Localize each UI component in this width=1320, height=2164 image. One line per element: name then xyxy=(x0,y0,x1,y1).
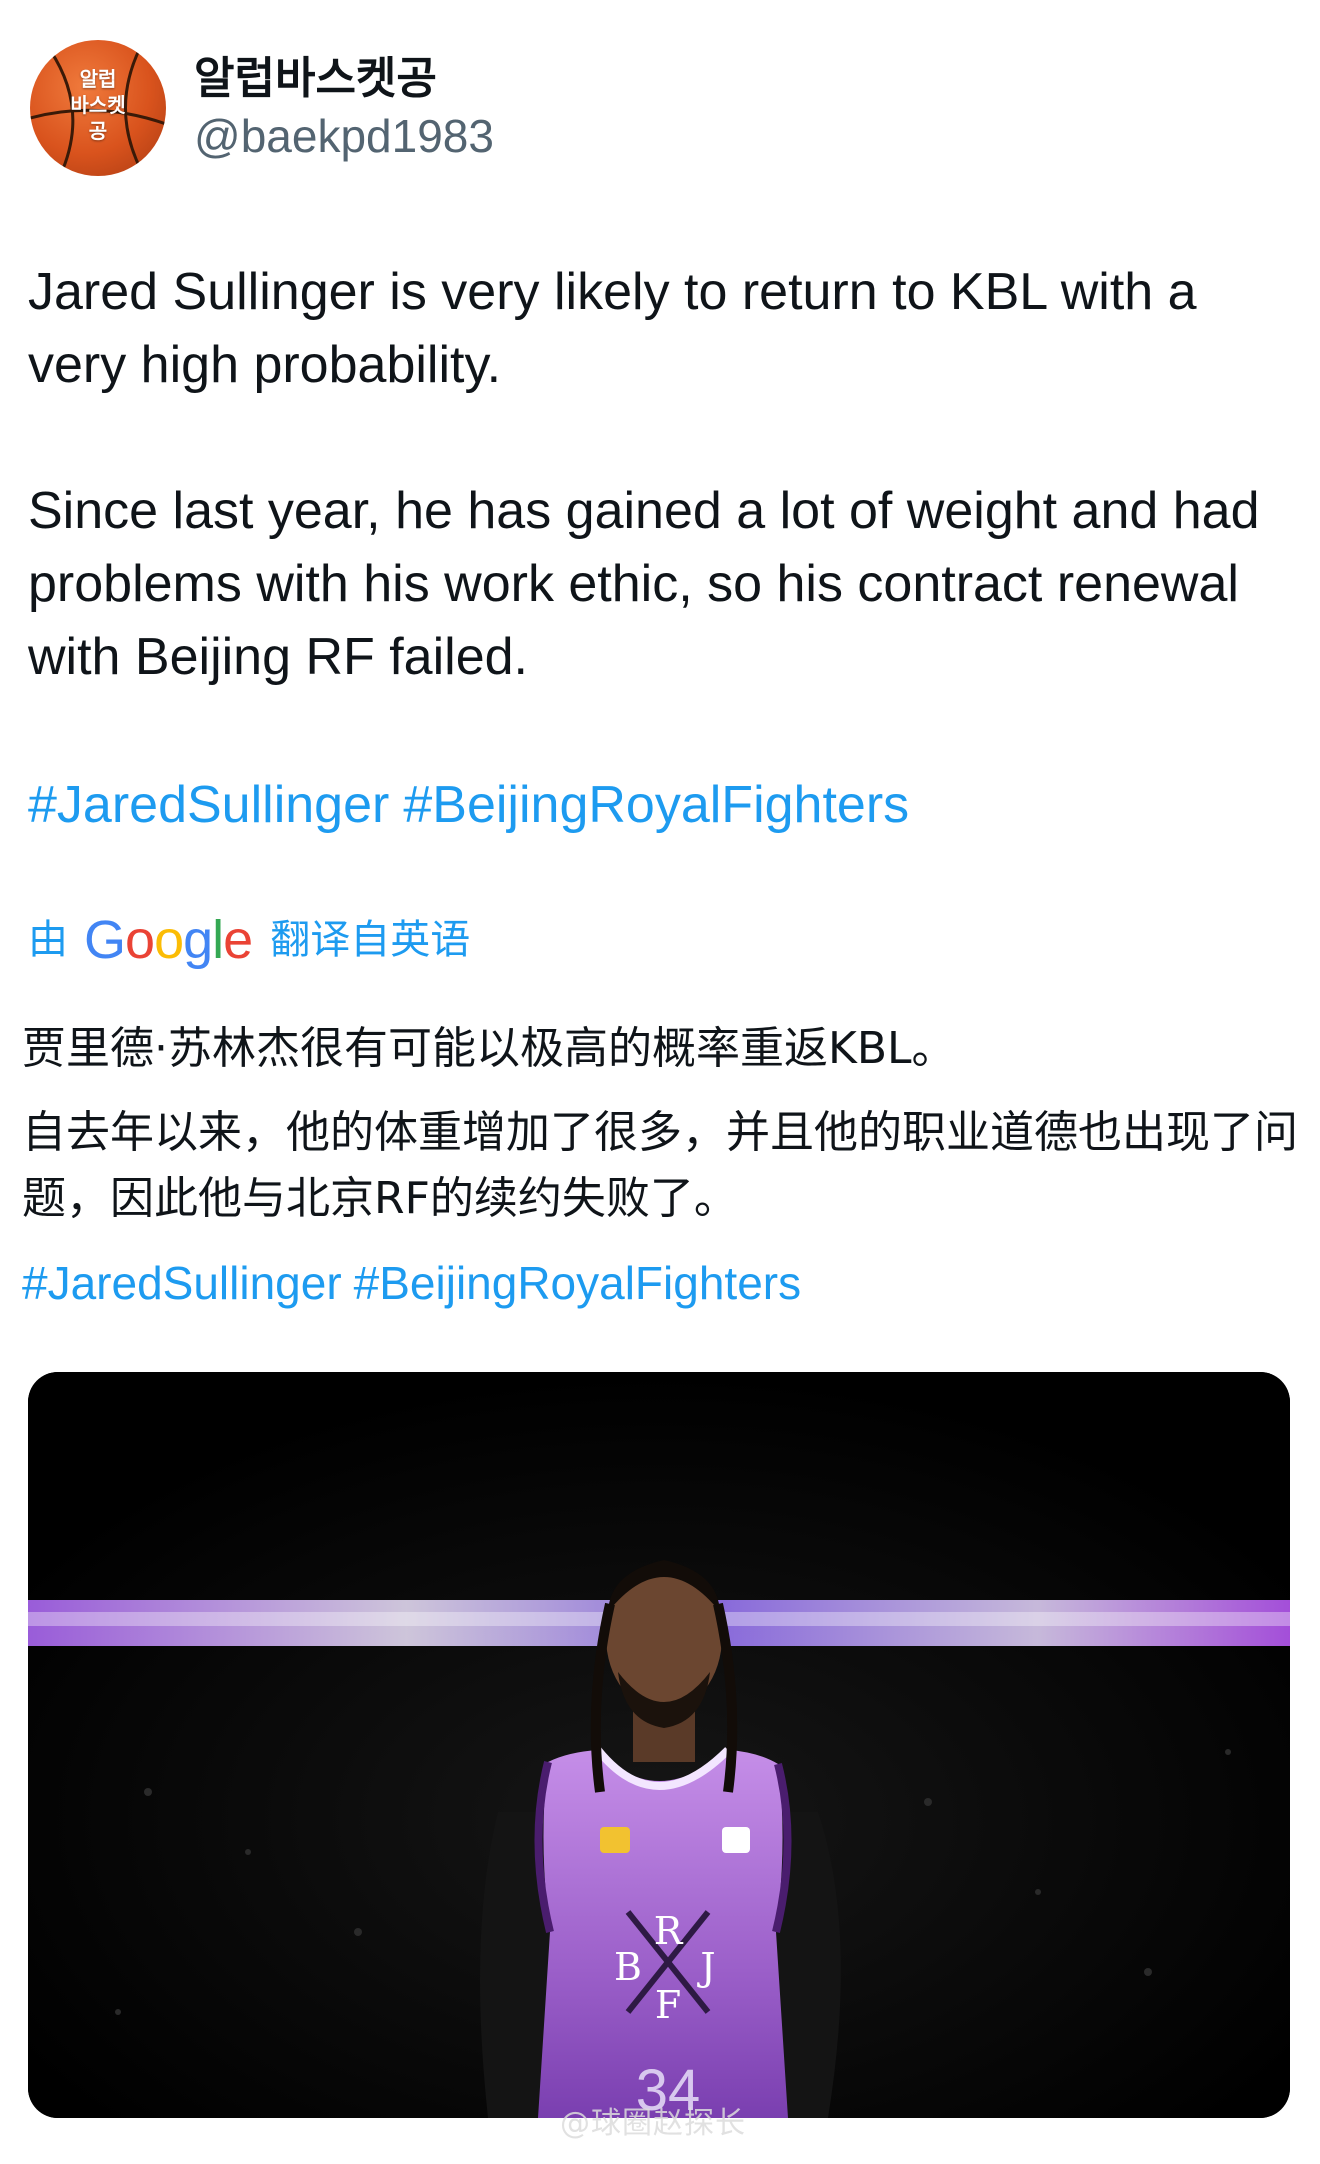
author-handle[interactable]: @baekpd1983 xyxy=(194,107,494,165)
translated-line-1: 贾里德·苏林杰很有可能以极高的概率重返KBL。 xyxy=(22,1023,956,1074)
translated-prefix: 由 xyxy=(28,917,68,963)
google-logo: Google xyxy=(84,910,253,970)
tweet-text: Jared Sullinger is very likely to return… xyxy=(28,256,1288,694)
hashtag-link[interactable]: #JaredSullinger xyxy=(28,776,389,834)
hashtag-link[interactable]: #BeijingRoyalFighters xyxy=(354,1257,801,1309)
tweet-hashtags: #JaredSullinger #BeijingRoyalFighters xyxy=(28,769,923,842)
photo-watermark: @球圈赵探长 xyxy=(560,2106,746,2141)
translated-suffix: 翻译自英语 xyxy=(270,917,471,963)
tweet-media-photo[interactable]: R B J F 34 xyxy=(28,1372,1290,2118)
hashtag-link[interactable]: #BeijingRoyalFighters xyxy=(403,776,909,834)
tweet-paragraph-2: Since last year, he has gained a lot of … xyxy=(28,482,1260,686)
jersey-letter-f: F xyxy=(655,1983,681,2027)
avatar-label: 알럽 바스켓 공 xyxy=(30,66,166,144)
jersey-letter-r: R xyxy=(654,1909,684,1953)
tweet-paragraph-1: Jared Sullinger is very likely to return… xyxy=(28,263,1197,394)
author-names: 알럽바스켓공 @baekpd1983 xyxy=(194,51,494,165)
hashtag-link[interactable]: #JaredSullinger xyxy=(22,1257,342,1309)
tweet-page: 알럽 바스켓 공 알럽바스켓공 @baekpd1983 Jared Sullin… xyxy=(0,0,1320,2164)
display-name[interactable]: 알럽바스켓공 xyxy=(194,51,494,107)
tweet-header: 알럽 바스켓 공 알럽바스켓공 @baekpd1983 xyxy=(30,40,494,176)
avatar-line-1: 알럽 xyxy=(79,67,117,91)
translated-hashtags: #JaredSullinger #BeijingRoyalFighters xyxy=(22,1250,813,1316)
avatar-line-2: 바스켓 xyxy=(70,93,126,117)
translated-line-2: 自去年以来，他的体重增加了很多，并且他的职业道德也出现了问题，因此他与北京RF的… xyxy=(22,1107,1298,1224)
jersey-letter-b: B xyxy=(614,1945,642,1989)
translated-by-google[interactable]: 由 Google 翻译自英语 xyxy=(28,912,470,968)
avatar-line-3: 공 xyxy=(88,119,108,143)
avatar[interactable]: 알럽 바스켓 공 xyxy=(30,40,166,176)
player-photo: R B J F 34 xyxy=(28,1372,1290,2118)
